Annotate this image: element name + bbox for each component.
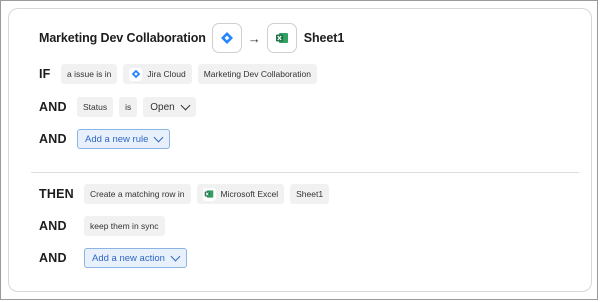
sync-chip[interactable]: keep them in sync (84, 216, 165, 236)
chevron-down-icon (180, 100, 191, 111)
excel-app-label: Microsoft Excel (220, 189, 279, 199)
add-rule-label: Add a new rule (85, 133, 149, 145)
automation-title: Marketing Dev Collaboration (39, 31, 206, 45)
jira-diamond-icon (220, 32, 233, 44)
arrow-icon: → (247, 30, 261, 46)
if-row: IF a issue is in Jira Cloud Marketing De… (39, 64, 317, 84)
sheet-chip[interactable]: Sheet1 (290, 184, 330, 204)
excel-icon (275, 33, 288, 43)
add-action-label: Add a new action (92, 252, 165, 264)
target-sheet-title: Sheet1 (303, 31, 345, 45)
automation-card: Marketing Dev Collaboration → Sheet1 IF … (8, 8, 592, 292)
chevron-down-icon (153, 132, 164, 143)
add-action-row: AND Add a new action (39, 248, 187, 268)
header-row: Marketing Dev Collaboration → Sheet1 (39, 23, 344, 53)
section-divider (31, 172, 579, 173)
and-keyword: AND (39, 100, 67, 114)
jira-diamond-icon (129, 67, 143, 81)
project-chip[interactable]: Marketing Dev Collaboration (197, 64, 317, 84)
jira-source-button[interactable] (211, 23, 242, 53)
operator-chip[interactable]: is (119, 97, 138, 117)
add-rule-button[interactable]: Add a new rule (77, 129, 171, 149)
issue-prefix-chip[interactable]: a issue is in (61, 64, 118, 84)
add-action-button[interactable]: Add a new action (84, 248, 187, 268)
jira-cloud-label: Jira Cloud (147, 69, 186, 79)
jira-cloud-chip[interactable]: Jira Cloud (123, 64, 192, 84)
excel-app-chip[interactable]: Microsoft Excel (196, 184, 285, 204)
if-keyword: IF (39, 67, 51, 81)
and-keyword: AND (39, 219, 67, 233)
and-keyword: AND (39, 251, 67, 265)
then-keyword: THEN (39, 187, 74, 201)
status-value-label: Open (150, 101, 175, 113)
status-rule-row: AND Status is Open (39, 97, 196, 117)
excel-icon (202, 187, 216, 201)
sync-row: AND keep them in sync (39, 216, 165, 236)
chevron-down-icon (170, 251, 181, 262)
add-rule-row: AND Add a new rule (39, 129, 171, 149)
status-value-dropdown[interactable]: Open (143, 97, 196, 117)
screenshot-frame: Marketing Dev Collaboration → Sheet1 IF … (0, 0, 598, 300)
status-field-chip[interactable]: Status (77, 97, 114, 117)
and-keyword: AND (39, 132, 67, 146)
excel-target-button[interactable] (266, 23, 297, 53)
then-row: THEN Create a matching row in Microsoft … (39, 184, 330, 204)
create-row-chip[interactable]: Create a matching row in (84, 184, 191, 204)
